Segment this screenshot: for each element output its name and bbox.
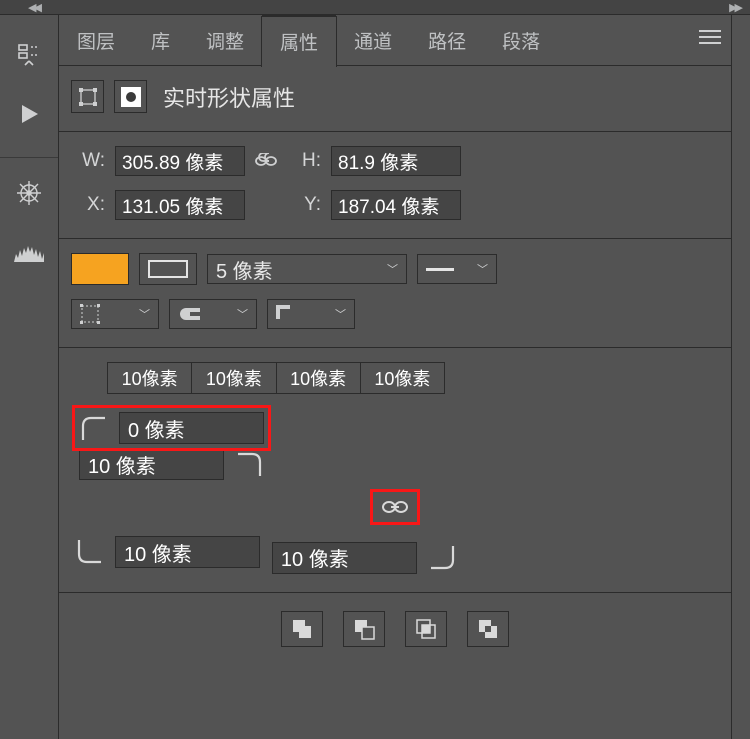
mask-icon[interactable] <box>114 80 147 113</box>
link-wh-icon[interactable] <box>255 153 277 169</box>
corner-tl-field[interactable]: 0 像素 <box>119 412 264 444</box>
panel-tabs: 图层 库 调整 属性 通道 路径 段落 <box>59 15 731 66</box>
chevron-down-icon: ﹀ <box>387 261 398 277</box>
stroke-width-select[interactable]: 5 像素 ﹀ <box>207 254 407 284</box>
cap-type-select[interactable]: ﹀ <box>169 299 257 329</box>
shape-bounds-icon[interactable] <box>71 80 104 113</box>
combine-exclude-button[interactable] <box>467 611 509 647</box>
panel-title: 实时形状属性 <box>163 81 295 113</box>
path-align-icon <box>80 304 100 324</box>
corner-combined-1: 10像素 <box>192 363 276 393</box>
left-toolbar <box>0 15 59 739</box>
y-field[interactable]: 187.04 像素 <box>331 190 461 220</box>
solid-line-icon <box>426 268 454 271</box>
corners-combined-field[interactable]: 10像素 10像素 10像素 10像素 <box>107 362 445 394</box>
y-label: Y: <box>287 194 321 216</box>
corner-combined-2: 10像素 <box>277 363 361 393</box>
tab-adjustments[interactable]: 调整 <box>188 15 262 65</box>
link-corners-button[interactable] <box>373 492 417 522</box>
cap-icon <box>178 306 200 322</box>
stroke-style-select[interactable]: ﹀ <box>417 254 497 284</box>
history-icon[interactable] <box>8 33 50 75</box>
corner-bl-field[interactable]: 10 像素 <box>115 536 260 568</box>
wheel-icon[interactable] <box>8 172 50 214</box>
tab-layers[interactable]: 图层 <box>59 15 133 65</box>
combine-intersect-button[interactable] <box>405 611 447 647</box>
corner-bl-icon[interactable] <box>75 538 103 566</box>
histogram-icon[interactable] <box>8 232 50 274</box>
combine-union-button[interactable] <box>281 611 323 647</box>
join-type-select[interactable]: ﹀ <box>267 299 355 329</box>
corner-tr-icon[interactable] <box>236 450 264 478</box>
width-field[interactable]: 305.89 像素 <box>115 146 245 176</box>
tab-libraries[interactable]: 库 <box>133 15 188 65</box>
chevron-down-icon: ﹀ <box>477 261 488 277</box>
height-field[interactable]: 81.9 像素 <box>331 146 461 176</box>
stroke-swatch[interactable] <box>139 253 197 285</box>
tab-paragraph[interactable]: 段落 <box>484 15 558 65</box>
collapse-left-icon[interactable]: ◀◀ <box>28 1 39 14</box>
combine-subtract-button[interactable] <box>343 611 385 647</box>
tab-properties[interactable]: 属性 <box>262 16 336 67</box>
x-field[interactable]: 131.05 像素 <box>115 190 245 220</box>
corner-br-icon[interactable] <box>429 544 457 572</box>
corner-tr-field[interactable]: 10 像素 <box>79 448 224 480</box>
fill-swatch[interactable] <box>71 253 129 285</box>
corner-combined-3: 10像素 <box>361 363 444 393</box>
x-label: X: <box>71 194 105 216</box>
pathfinder-row <box>59 593 731 665</box>
play-icon[interactable] <box>8 93 50 135</box>
tab-channels[interactable]: 通道 <box>336 15 410 65</box>
corner-br-field[interactable]: 10 像素 <box>272 542 417 574</box>
chevron-down-icon: ﹀ <box>139 306 150 322</box>
width-label: W: <box>71 150 105 172</box>
stroke-width-value: 5 像素 <box>216 255 273 284</box>
align-edges-select[interactable]: ﹀ <box>71 299 159 329</box>
tab-paths[interactable]: 路径 <box>410 15 484 65</box>
chevron-down-icon: ﹀ <box>237 306 248 322</box>
corner-tl-icon[interactable] <box>79 414 107 442</box>
join-icon <box>276 305 294 323</box>
corner-combined-0: 10像素 <box>108 363 192 393</box>
panel-menu-icon[interactable] <box>699 29 721 45</box>
collapse-right-icon[interactable]: ▶▶ <box>729 1 740 14</box>
height-label: H: <box>287 150 321 172</box>
chevron-down-icon: ﹀ <box>335 306 346 322</box>
